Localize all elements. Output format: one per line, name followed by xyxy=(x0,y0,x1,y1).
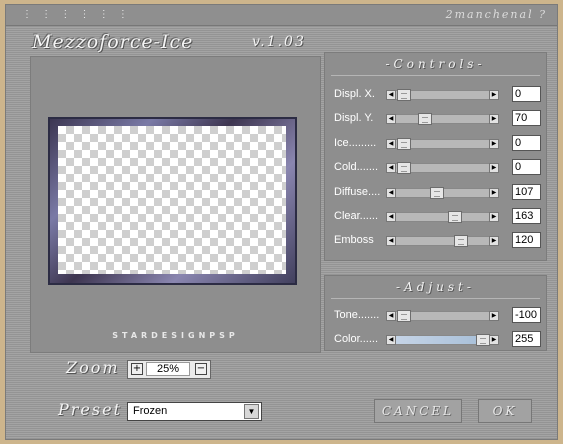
slider-track[interactable]: ◀ ▶ xyxy=(386,137,499,150)
slider-row: Emboss ◀ ▶ 120 xyxy=(325,231,546,251)
arrow-right-icon[interactable]: ▶ xyxy=(489,138,499,149)
slider-thumb[interactable] xyxy=(447,211,462,223)
slider-row: Displ. X. ◀ ▶ 0 xyxy=(325,85,546,105)
arrow-left-icon[interactable]: ◀ xyxy=(386,163,396,174)
slider-thumb[interactable] xyxy=(418,113,433,126)
zoom-out-button[interactable]: − xyxy=(195,363,207,375)
zoom-value[interactable]: 25% xyxy=(146,362,190,376)
arrow-right-icon[interactable]: ▶ xyxy=(489,212,499,222)
value-input[interactable]: 0 xyxy=(512,86,541,102)
slider-row: Ice......... ◀ ▶ 0 xyxy=(325,134,546,154)
zoom-in-button[interactable]: + xyxy=(131,363,143,375)
slider-row: Clear...... ◀ ▶ 163 xyxy=(325,207,546,227)
slider-track[interactable]: ◀ ▶ xyxy=(386,334,499,346)
slider-track[interactable]: ◀ ▶ xyxy=(386,186,499,199)
product-name: Mezzoforce-Ice xyxy=(32,31,194,53)
divider xyxy=(331,298,540,299)
slider-label: Tone....... xyxy=(334,309,380,321)
slider-label: Ice......... xyxy=(334,136,377,149)
controls-panel: -Controls- Displ. X. ◀ ▶ 0 Displ. Y. ◀ ▶ 70 Ice.… xyxy=(324,52,547,261)
arrow-right-icon[interactable]: ▶ xyxy=(489,114,499,125)
preset-label: Preset xyxy=(58,400,122,419)
slider-track[interactable]: ◀ ▶ xyxy=(386,113,499,126)
grip-dots: ⋮ ⋮ ⋮ ⋮ ⋮ ⋮ xyxy=(22,9,131,20)
value-input[interactable]: 0 xyxy=(512,159,541,176)
slider-label: Cold....... xyxy=(334,161,379,174)
slider-thumb[interactable] xyxy=(476,334,490,346)
arrow-left-icon[interactable]: ◀ xyxy=(386,311,396,321)
slider-thumb[interactable] xyxy=(397,137,411,150)
title-bar[interactable]: ⋮ ⋮ ⋮ ⋮ ⋮ ⋮ 2manchenal ? xyxy=(6,5,557,26)
slider-label: Displ. Y. xyxy=(334,112,374,125)
zoom-label: Zoom xyxy=(66,358,120,377)
arrow-left-icon[interactable]: ◀ xyxy=(386,138,396,149)
slider-thumb[interactable] xyxy=(397,162,411,175)
cancel-button[interactable]: CANCEL xyxy=(374,399,462,423)
arrow-left-icon[interactable]: ◀ xyxy=(386,335,396,345)
preset-value: Frozen xyxy=(133,405,168,417)
slider-label: Diffuse.... xyxy=(334,185,381,198)
value-input[interactable]: -100 xyxy=(512,307,541,323)
slider-thumb[interactable] xyxy=(397,310,411,322)
value-input[interactable]: 70 xyxy=(512,110,541,127)
arrow-left-icon[interactable]: ◀ xyxy=(386,236,396,247)
transparency-checkerboard xyxy=(58,126,286,274)
slider-row: Diffuse.... ◀ ▶ 107 xyxy=(325,183,546,203)
slider-label: Displ. X. xyxy=(334,88,375,100)
value-input[interactable]: 107 xyxy=(512,183,541,200)
slider-track[interactable]: ◀ ▶ xyxy=(386,211,499,223)
zoom-control: + 25% − xyxy=(127,360,211,379)
plugin-window: ⋮ ⋮ ⋮ ⋮ ⋮ ⋮ 2manchenal ? Mezzoforce-Ice … xyxy=(5,4,558,440)
arrow-right-icon[interactable]: ▶ xyxy=(489,163,499,174)
arrow-left-icon[interactable]: ◀ xyxy=(386,212,396,222)
slider-row: Cold....... ◀ ▶ 0 xyxy=(325,158,546,178)
arrow-right-icon[interactable]: ▶ xyxy=(489,236,499,247)
arrow-right-icon[interactable]: ▶ xyxy=(489,311,499,321)
value-input[interactable]: 0 xyxy=(512,134,541,151)
slider-track[interactable]: ◀ ▶ xyxy=(386,89,499,101)
controls-title: -Controls- xyxy=(385,57,486,71)
slider-track[interactable]: ◀ ▶ xyxy=(386,310,499,322)
slider-thumb[interactable] xyxy=(397,89,411,101)
arrow-right-icon[interactable]: ▶ xyxy=(489,90,499,100)
arrow-right-icon[interactable]: ▶ xyxy=(489,187,499,198)
preview-panel: STARDESIGNPSP xyxy=(30,56,321,353)
slider-row: Tone....... ◀ ▶ -100 xyxy=(325,306,546,326)
arrow-left-icon[interactable]: ◀ xyxy=(386,114,396,125)
preset-select[interactable]: Frozen ▼ xyxy=(127,402,262,421)
divider xyxy=(331,75,540,76)
author-signature: 2manchenal ? xyxy=(445,8,547,21)
ok-button[interactable]: OK xyxy=(478,399,532,423)
adjust-panel: -Adjust- Tone....... ◀ ▶ -100 Color...... ◀ ▶ 2… xyxy=(324,275,547,351)
adjust-title: -Adjust- xyxy=(396,280,475,294)
brand-label: STARDESIGNPSP xyxy=(112,331,239,340)
slider-label: Emboss xyxy=(334,234,374,247)
preview-image[interactable] xyxy=(48,117,297,285)
value-input[interactable]: 120 xyxy=(512,232,541,249)
arrow-right-icon[interactable]: ▶ xyxy=(489,335,499,345)
slider-label: Clear...... xyxy=(334,210,379,222)
slider-track[interactable]: ◀ ▶ xyxy=(386,235,499,248)
slider-thumb[interactable] xyxy=(430,186,445,199)
slider-track[interactable]: ◀ ▶ xyxy=(386,162,499,175)
slider-label: Color...... xyxy=(334,333,379,345)
slider-row: Displ. Y. ◀ ▶ 70 xyxy=(325,109,546,129)
chevron-down-icon[interactable]: ▼ xyxy=(244,404,259,419)
value-input[interactable]: 255 xyxy=(512,331,541,347)
value-input[interactable]: 163 xyxy=(512,208,541,224)
arrow-left-icon[interactable]: ◀ xyxy=(386,187,396,198)
arrow-left-icon[interactable]: ◀ xyxy=(386,90,396,100)
slider-thumb[interactable] xyxy=(453,235,468,248)
version-label: v.1.03 xyxy=(252,34,306,50)
slider-row: Color...... ◀ ▶ 255 xyxy=(325,330,546,350)
